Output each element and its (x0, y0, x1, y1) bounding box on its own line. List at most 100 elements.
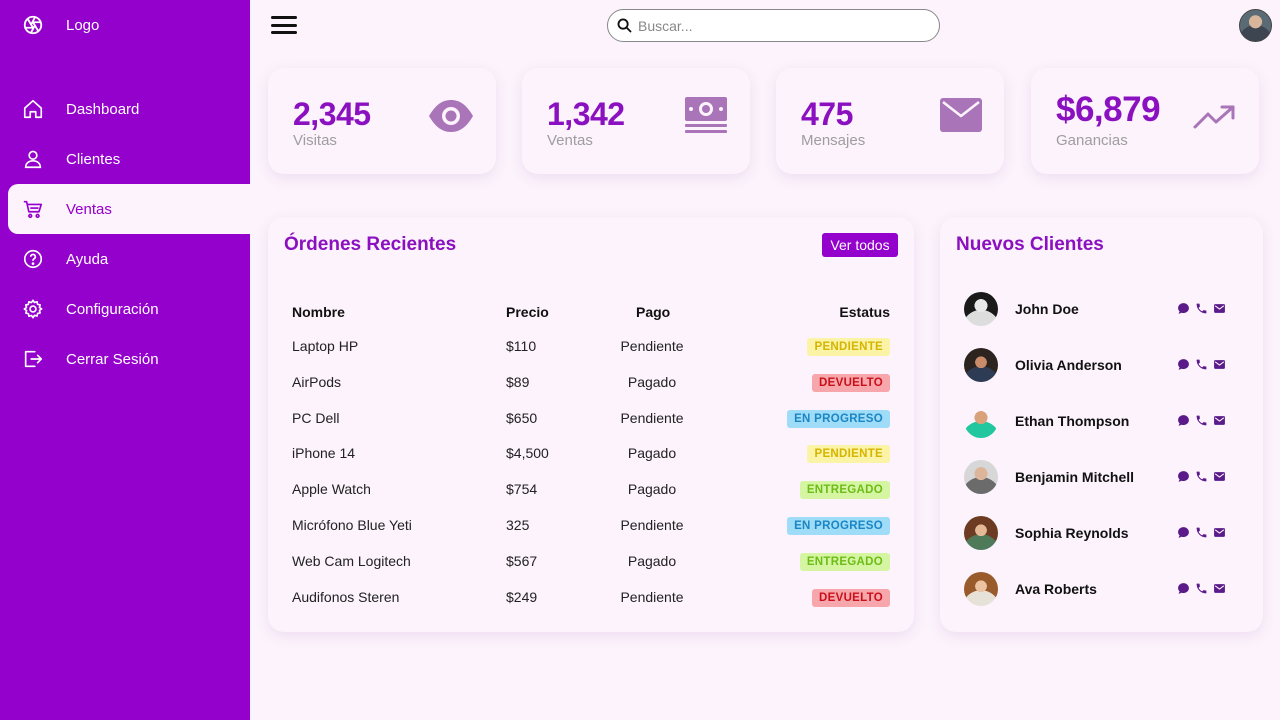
chat-icon[interactable] (1176, 357, 1190, 371)
chat-icon[interactable] (1176, 469, 1190, 483)
phone-icon[interactable] (1194, 357, 1208, 371)
client-item[interactable]: John Doe (940, 292, 1263, 348)
order-name: Laptop HP (292, 338, 359, 354)
sidebar-item-ventas[interactable]: Ventas (8, 184, 250, 234)
client-item[interactable]: Sophia Reynolds (940, 516, 1263, 572)
new-clients-card: Nuevos Clientes John Doe Olivia Anderson E… (940, 217, 1263, 632)
phone-icon[interactable] (1194, 469, 1208, 483)
phone-icon[interactable] (1194, 301, 1208, 315)
sidebar-item-label: Clientes (66, 150, 121, 168)
column-header-estatus: Estatus (839, 304, 890, 320)
stat-card-mensajes: 475 Mensajes (776, 68, 1004, 174)
order-payment-text: Pagado (627, 373, 677, 390)
status-badge: DEVUELTO (812, 588, 890, 607)
mail-icon[interactable] (1212, 413, 1226, 427)
client-item[interactable]: Olivia Anderson (940, 348, 1263, 404)
mail-icon[interactable] (1212, 301, 1226, 315)
sidebar-item-label: Cerrar Sesión (66, 350, 159, 368)
view-all-button[interactable]: Ver todos (822, 233, 898, 257)
chat-icon[interactable] (1176, 301, 1190, 315)
stat-value: $6,879 (1056, 90, 1161, 129)
money-icon (684, 96, 728, 139)
status-badge: ENTREGADO (799, 481, 890, 500)
search-input[interactable] (638, 15, 928, 37)
order-price: $4,500 (506, 445, 549, 462)
table-row[interactable]: Web Cam Logitech $567 Pagado ENTREGADO (268, 544, 914, 580)
mail-icon[interactable] (1212, 525, 1226, 539)
sidebar-item-ayuda[interactable]: Ayuda (8, 234, 250, 284)
avatar[interactable] (964, 460, 998, 494)
trending-up-icon (1193, 104, 1237, 135)
phone-icon[interactable] (1194, 525, 1208, 539)
sidebar-item-cerrar-sesion[interactable]: Cerrar Sesión (8, 334, 250, 384)
client-name: Ethan Thompson (1015, 413, 1130, 429)
stat-card-ventas: 1,342 Ventas (522, 68, 750, 174)
client-item[interactable]: Ava Roberts (940, 572, 1263, 628)
client-name: John Doe (1015, 301, 1079, 317)
sidebar-item-configuracion[interactable]: Configuración (8, 284, 250, 334)
user-avatar[interactable] (1239, 9, 1272, 42)
client-item[interactable]: Benjamin Mitchell (940, 460, 1263, 516)
table-row[interactable]: Audifonos Steren $249 Pendiente DEVUELTO (268, 580, 914, 616)
status-badge: ENTREGADO (799, 552, 890, 571)
sidebar-item-dashboard[interactable]: Dashboard (8, 84, 250, 134)
order-price: $249 (506, 588, 538, 605)
mail-icon[interactable] (1212, 357, 1226, 371)
sidebar-item-clientes[interactable]: Clientes (8, 134, 250, 184)
avatar[interactable] (964, 404, 998, 438)
home-icon (22, 98, 44, 120)
sidebar-item-label: Dashboard (66, 100, 140, 118)
avatar[interactable] (964, 572, 998, 606)
search-icon[interactable] (616, 17, 633, 39)
status-badge: EN PROGRESO (787, 517, 890, 535)
client-name: Olivia Anderson (1015, 357, 1122, 373)
hamburger-icon (271, 16, 297, 19)
chat-icon[interactable] (1176, 413, 1190, 427)
stat-label: Mensajes (801, 132, 866, 149)
table-row[interactable]: iPhone 14 $4,500 Pagado PENDIENTE (268, 436, 914, 472)
client-actions (1176, 357, 1226, 371)
chat-icon[interactable] (1176, 581, 1190, 595)
order-name: AirPods (292, 373, 342, 390)
recent-orders-title: Órdenes Recientes (284, 234, 457, 255)
avatar[interactable] (964, 516, 998, 550)
order-name: Micrófono Blue Yeti (292, 517, 412, 533)
client-actions (1176, 301, 1226, 315)
order-name: Audifonos Steren (292, 588, 400, 605)
stat-label: Ventas (547, 132, 593, 149)
table-row[interactable]: Apple Watch $754 Pagado ENTREGADO (268, 472, 914, 508)
recent-orders-card: Órdenes Recientes Ver todos Nombre Preci… (268, 217, 914, 632)
stat-value: 1,342 (547, 96, 625, 132)
stat-value: 475 (801, 96, 853, 132)
client-name: Benjamin Mitchell (1015, 469, 1135, 485)
status-badge: EN PROGRESO (787, 409, 890, 428)
table-row[interactable]: AirPods $89 Pagado DEVUELTO (268, 365, 914, 401)
order-price: $754 (506, 481, 538, 498)
mail-icon (940, 98, 982, 137)
cart-icon (22, 198, 44, 220)
user-icon (22, 148, 44, 170)
client-actions (1176, 469, 1226, 483)
avatar[interactable] (964, 292, 998, 326)
chat-icon[interactable] (1176, 525, 1190, 539)
avatar[interactable] (964, 348, 998, 382)
stat-card-ganancias: $6,879 Ganancias (1031, 68, 1259, 174)
stat-label: Visitas (293, 132, 337, 149)
logo-label: Logo (66, 17, 100, 34)
order-payment-text: Pagado (627, 481, 677, 498)
mail-icon[interactable] (1212, 581, 1226, 595)
phone-icon[interactable] (1194, 413, 1208, 427)
table-row[interactable]: Laptop HP $110 Pendiente PENDIENTE (268, 329, 914, 365)
phone-icon[interactable] (1194, 581, 1208, 595)
order-price: 325 (506, 517, 530, 533)
mail-icon[interactable] (1212, 469, 1226, 483)
order-payment-text: Pendiente (620, 517, 684, 533)
logout-icon (22, 348, 44, 370)
client-name: Sophia Reynolds (1015, 525, 1129, 541)
logo[interactable]: Logo (22, 14, 99, 41)
sidebar-item-label: Ayuda (66, 250, 109, 268)
table-row[interactable]: Micrófono Blue Yeti 325 Pendiente EN PROGRE… (268, 508, 914, 544)
menu-toggle-button[interactable] (271, 16, 297, 36)
client-item[interactable]: Ethan Thompson (940, 404, 1263, 460)
table-row[interactable]: PC Dell $650 Pendiente EN PROGRESO (268, 401, 914, 437)
